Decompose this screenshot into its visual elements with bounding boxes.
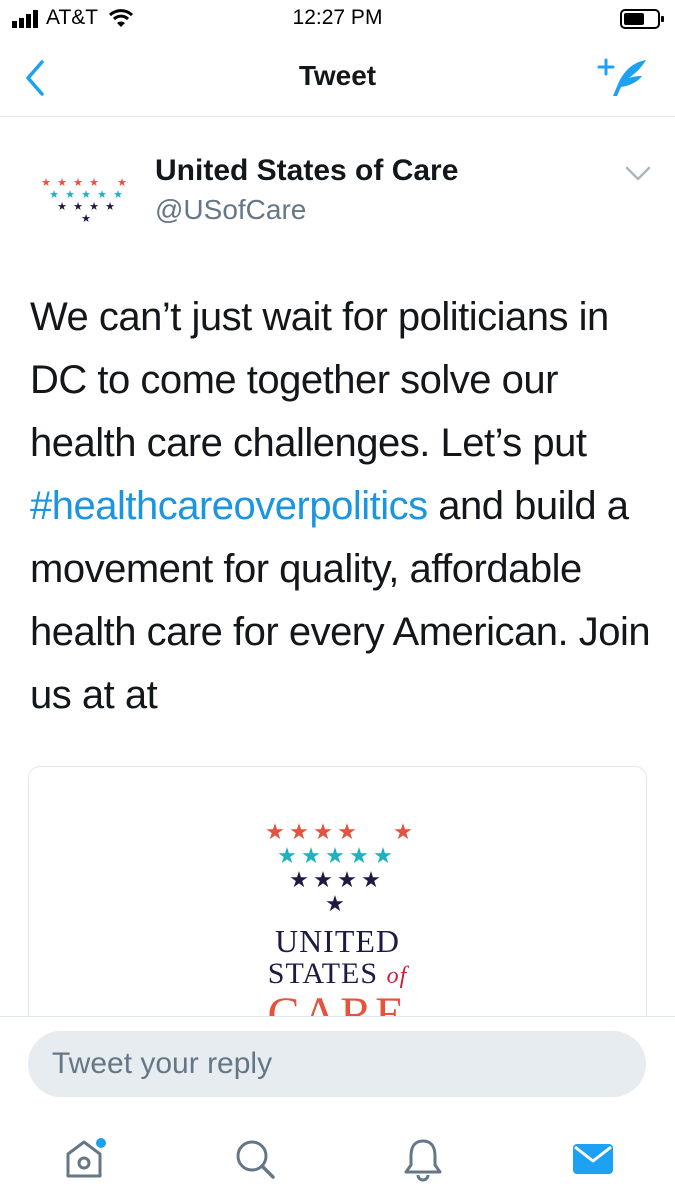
stars-logo-icon: ★ ★ ★ ★ ★ ★ ★ ★ ★ ★ ★ ★ ★ ★ ★ xyxy=(265,820,413,917)
svg-text:★: ★ xyxy=(325,844,345,869)
svg-text:★: ★ xyxy=(81,212,91,225)
svg-text:★: ★ xyxy=(325,892,345,917)
svg-text:★: ★ xyxy=(289,868,309,893)
svg-text:★: ★ xyxy=(57,200,67,213)
author-handle[interactable]: @USofCare xyxy=(155,194,306,226)
page-title: Tweet xyxy=(298,60,377,91)
svg-text:★: ★ xyxy=(277,844,297,869)
card-logo-word-of: of xyxy=(386,963,408,989)
svg-text:★: ★ xyxy=(289,820,309,845)
svg-text:★: ★ xyxy=(373,844,393,869)
home-icon[interactable] xyxy=(62,1136,108,1182)
svg-text:★: ★ xyxy=(105,200,115,213)
status-time: 12:27 PM xyxy=(292,6,383,29)
svg-text:★: ★ xyxy=(393,820,413,845)
svg-text:★: ★ xyxy=(337,868,357,893)
svg-text:★: ★ xyxy=(265,820,285,845)
status-bar: AT&T 12:27 PM xyxy=(0,0,675,40)
author-name[interactable]: United States of Care xyxy=(155,154,458,188)
card-logo-word-states: STATES of xyxy=(29,957,646,991)
card-logo-word-united: UNITED xyxy=(274,923,401,959)
notifications-icon[interactable] xyxy=(400,1136,446,1182)
compose-tweet-icon[interactable] xyxy=(596,56,652,100)
battery-icon xyxy=(620,9,664,29)
tweet-text-part: We can’t just wait for politicians in DC… xyxy=(30,295,609,465)
reply-input[interactable] xyxy=(28,1031,646,1097)
tweet-text: We can’t just wait for politicians in DC… xyxy=(30,286,660,727)
svg-text:★: ★ xyxy=(301,844,321,869)
nav-bar: Tweet xyxy=(0,40,675,117)
chevron-down-icon[interactable] xyxy=(624,164,652,184)
avatar[interactable]: ★ ★ ★ ★ ★ ★ ★ ★ ★ ★ ★ ★ ★ ★ ★ xyxy=(30,150,140,240)
svg-text:★: ★ xyxy=(313,868,333,893)
svg-text:★: ★ xyxy=(349,844,369,869)
hashtag-link[interactable]: #healthcareoverpolitics xyxy=(30,484,428,528)
messages-icon[interactable] xyxy=(570,1136,616,1182)
svg-text:★: ★ xyxy=(313,820,333,845)
svg-text:★: ★ xyxy=(337,820,357,845)
search-icon[interactable] xyxy=(232,1136,278,1182)
svg-text:★: ★ xyxy=(361,868,381,893)
card-logo-word-states-text: STATES xyxy=(267,957,379,990)
